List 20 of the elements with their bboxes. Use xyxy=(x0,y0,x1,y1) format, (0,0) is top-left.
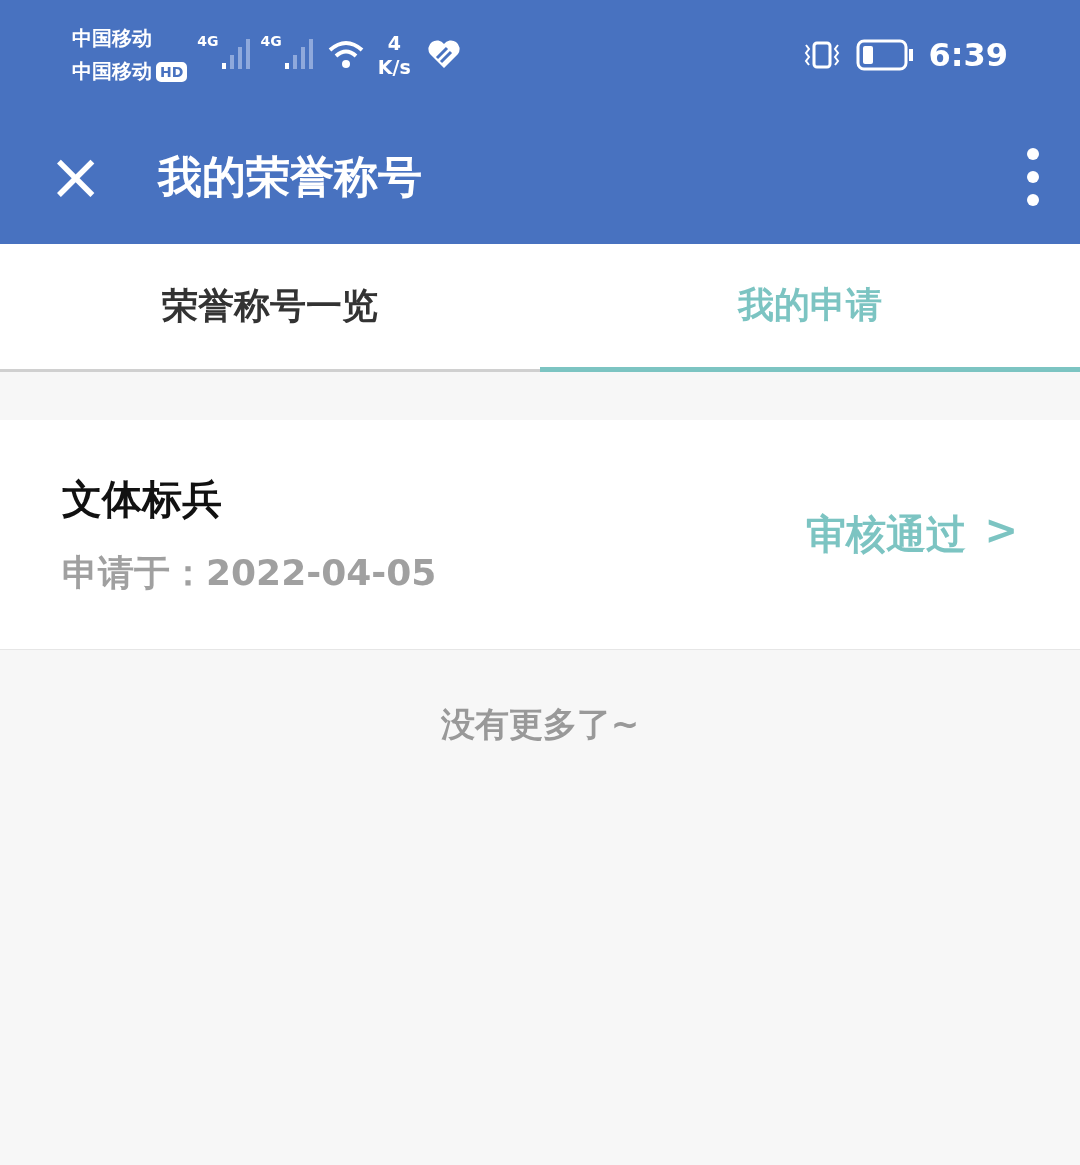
application-date: 申请于：2022-04-05 xyxy=(62,550,438,595)
network-type: 4G xyxy=(197,33,219,49)
network-type: 4G xyxy=(260,33,282,49)
more-menu-icon[interactable] xyxy=(1026,147,1040,207)
heart-icon xyxy=(426,40,461,70)
carrier-name: 中国移动 xyxy=(72,58,152,85)
close-button[interactable]: × xyxy=(48,144,96,210)
tab[interactable]: 荣誉称号一览 xyxy=(0,244,540,372)
signal-icon xyxy=(283,39,314,71)
speed-unit: K/s xyxy=(377,55,411,79)
speed-value: 4 xyxy=(387,31,401,55)
end-of-list-text: 没有更多了~ xyxy=(439,703,641,746)
honor-title: 文体标兵 xyxy=(62,474,223,524)
battery-icon xyxy=(856,39,915,71)
page-title: 我的荣誉称号 xyxy=(158,149,423,204)
wifi-icon xyxy=(327,40,364,70)
carrier-name: 中国移动 xyxy=(72,25,152,52)
clock-time: 6:39 xyxy=(928,36,1008,74)
hd-badge: HD xyxy=(156,61,188,82)
signal-icon xyxy=(220,39,251,71)
